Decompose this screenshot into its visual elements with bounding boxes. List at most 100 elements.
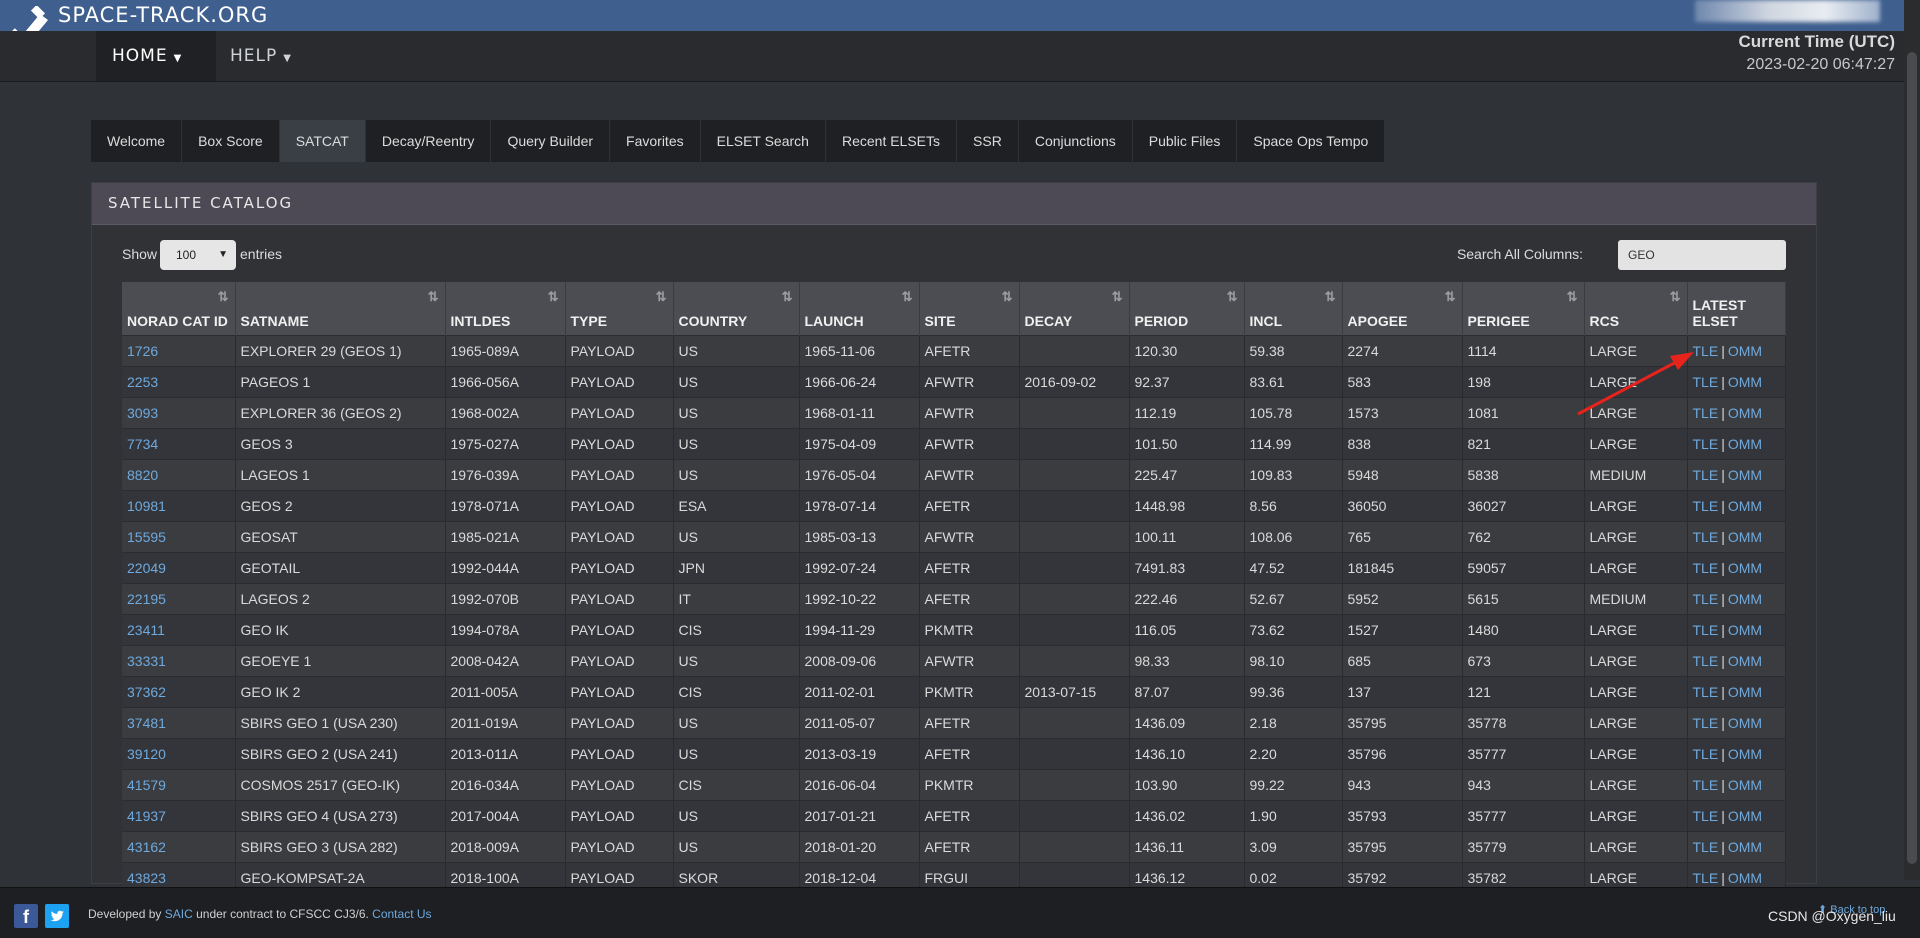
tle-link[interactable]: TLE [1693,808,1719,824]
norad-id-link[interactable]: 1726 [127,343,158,359]
norad-id-link[interactable]: 33331 [127,653,166,669]
tab-satcat[interactable]: SATCAT [279,120,366,162]
omm-link[interactable]: OMM [1728,374,1762,390]
norad-id-link[interactable]: 43162 [127,839,166,855]
norad-id-link[interactable]: 23411 [127,622,165,638]
norad-id-link[interactable]: 8820 [127,467,158,483]
omm-link[interactable]: OMM [1728,529,1762,545]
column-header-perigee[interactable]: PERIGEE ⇅ [1462,282,1585,335]
nav-home[interactable]: HOME ▼ [96,31,216,81]
tle-link[interactable]: TLE [1693,870,1719,886]
tle-link[interactable]: TLE [1693,591,1719,607]
omm-link[interactable]: OMM [1728,436,1762,452]
norad-id-link[interactable]: 22049 [127,560,166,576]
sort-icon[interactable]: ⇅ [428,289,439,305]
page-scrollbar[interactable] [1904,0,1920,880]
omm-link[interactable]: OMM [1728,622,1762,638]
omm-link[interactable]: OMM [1728,839,1762,855]
column-header-type[interactable]: TYPE ⇅ [565,282,674,335]
tle-link[interactable]: TLE [1693,529,1719,545]
omm-link[interactable]: OMM [1728,715,1762,731]
tle-link[interactable]: TLE [1693,374,1719,390]
norad-id-link[interactable]: 22195 [127,591,166,607]
sort-icon[interactable]: ⇅ [1567,289,1578,305]
norad-id-link[interactable]: 37362 [127,684,166,700]
column-header-intldes[interactable]: INTLDES ⇅ [445,282,566,335]
norad-id-link[interactable]: 10981 [127,498,166,514]
column-header-satname[interactable]: SATNAME ⇅ [235,282,446,335]
tab-box-score[interactable]: Box Score [182,120,280,162]
omm-link[interactable]: OMM [1728,777,1762,793]
sort-icon[interactable]: ⇅ [1227,289,1238,305]
tle-link[interactable]: TLE [1693,622,1719,638]
omm-link[interactable]: OMM [1728,405,1762,421]
tab-recent-elsets[interactable]: Recent ELSETs [825,120,958,162]
sort-icon[interactable]: ⇅ [656,289,667,305]
norad-id-link[interactable]: 39120 [127,746,166,762]
norad-id-link[interactable]: 41579 [127,777,166,793]
sort-icon[interactable]: ⇅ [1112,289,1123,305]
sort-icon[interactable]: ⇅ [1325,289,1336,305]
omm-link[interactable]: OMM [1728,591,1762,607]
column-header-launch[interactable]: LAUNCH ⇅ [799,282,920,335]
tle-link[interactable]: TLE [1693,839,1719,855]
column-header-site[interactable]: SITE ⇅ [919,282,1020,335]
twitter-icon[interactable] [45,904,69,928]
norad-id-link[interactable]: 2253 [127,374,158,390]
norad-id-link[interactable]: 3093 [127,405,158,421]
scrollbar-thumb[interactable] [1907,52,1917,864]
sort-icon[interactable]: ⇅ [1445,289,1456,305]
tab-ssr[interactable]: SSR [957,120,1019,162]
omm-link[interactable]: OMM [1728,746,1762,762]
tab-welcome[interactable]: Welcome [91,120,183,162]
sort-icon[interactable]: ⇅ [1670,289,1681,305]
contact-us-link[interactable]: Contact Us [372,907,431,921]
saic-link[interactable]: SAIC [165,907,193,921]
tle-link[interactable]: TLE [1693,715,1719,731]
norad-id-link[interactable]: 37481 [127,715,166,731]
tab-public-files[interactable]: Public Files [1132,120,1238,162]
sort-icon[interactable]: ⇅ [548,289,559,305]
column-header-latest-elset[interactable]: LATEST ELSET [1687,282,1786,335]
tab-query-builder[interactable]: Query Builder [491,120,611,162]
tle-link[interactable]: TLE [1693,467,1719,483]
tab-favorites[interactable]: Favorites [610,120,701,162]
column-header-period[interactable]: PERIOD ⇅ [1129,282,1245,335]
tab-conjunctions[interactable]: Conjunctions [1018,120,1133,162]
tle-link[interactable]: TLE [1693,436,1719,452]
omm-link[interactable]: OMM [1728,684,1762,700]
omm-link[interactable]: OMM [1728,870,1762,886]
column-header-decay[interactable]: DECAY ⇅ [1019,282,1130,335]
sort-icon[interactable]: ⇅ [782,289,793,305]
omm-link[interactable]: OMM [1728,653,1762,669]
column-header-country[interactable]: COUNTRY ⇅ [673,282,800,335]
facebook-icon[interactable]: f [14,904,38,928]
nav-help[interactable]: HELP ▼ [214,31,326,81]
tle-link[interactable]: TLE [1693,653,1719,669]
tle-link[interactable]: TLE [1693,777,1719,793]
omm-link[interactable]: OMM [1728,498,1762,514]
tab-space-ops-tempo[interactable]: Space Ops Tempo [1237,120,1386,162]
omm-link[interactable]: OMM [1728,467,1762,483]
norad-id-link[interactable]: 43823 [127,870,166,886]
entries-select[interactable]: 100 ▼ [160,240,236,270]
norad-id-link[interactable]: 15595 [127,529,166,545]
tab-decay-reentry[interactable]: Decay/Reentry [365,120,492,162]
norad-id-link[interactable]: 7734 [127,436,158,452]
omm-link[interactable]: OMM [1728,560,1762,576]
norad-id-link[interactable]: 41937 [127,808,166,824]
sort-icon[interactable]: ⇅ [902,289,913,305]
tle-link[interactable]: TLE [1693,746,1719,762]
column-header-norad-cat-id[interactable]: NORAD CAT ID ⇅ [122,282,236,335]
column-header-incl[interactable]: INCL ⇅ [1244,282,1343,335]
brand-name[interactable]: SPACE-TRACK.ORG [58,3,268,27]
tle-link[interactable]: TLE [1693,684,1719,700]
column-header-apogee[interactable]: APOGEE ⇅ [1342,282,1463,335]
sort-icon[interactable]: ⇅ [218,289,229,305]
tle-link[interactable]: TLE [1693,343,1719,359]
sort-icon[interactable]: ⇅ [1002,289,1013,305]
tab-elset-search[interactable]: ELSET Search [700,120,826,162]
omm-link[interactable]: OMM [1728,808,1762,824]
tle-link[interactable]: TLE [1693,560,1719,576]
tle-link[interactable]: TLE [1693,498,1719,514]
